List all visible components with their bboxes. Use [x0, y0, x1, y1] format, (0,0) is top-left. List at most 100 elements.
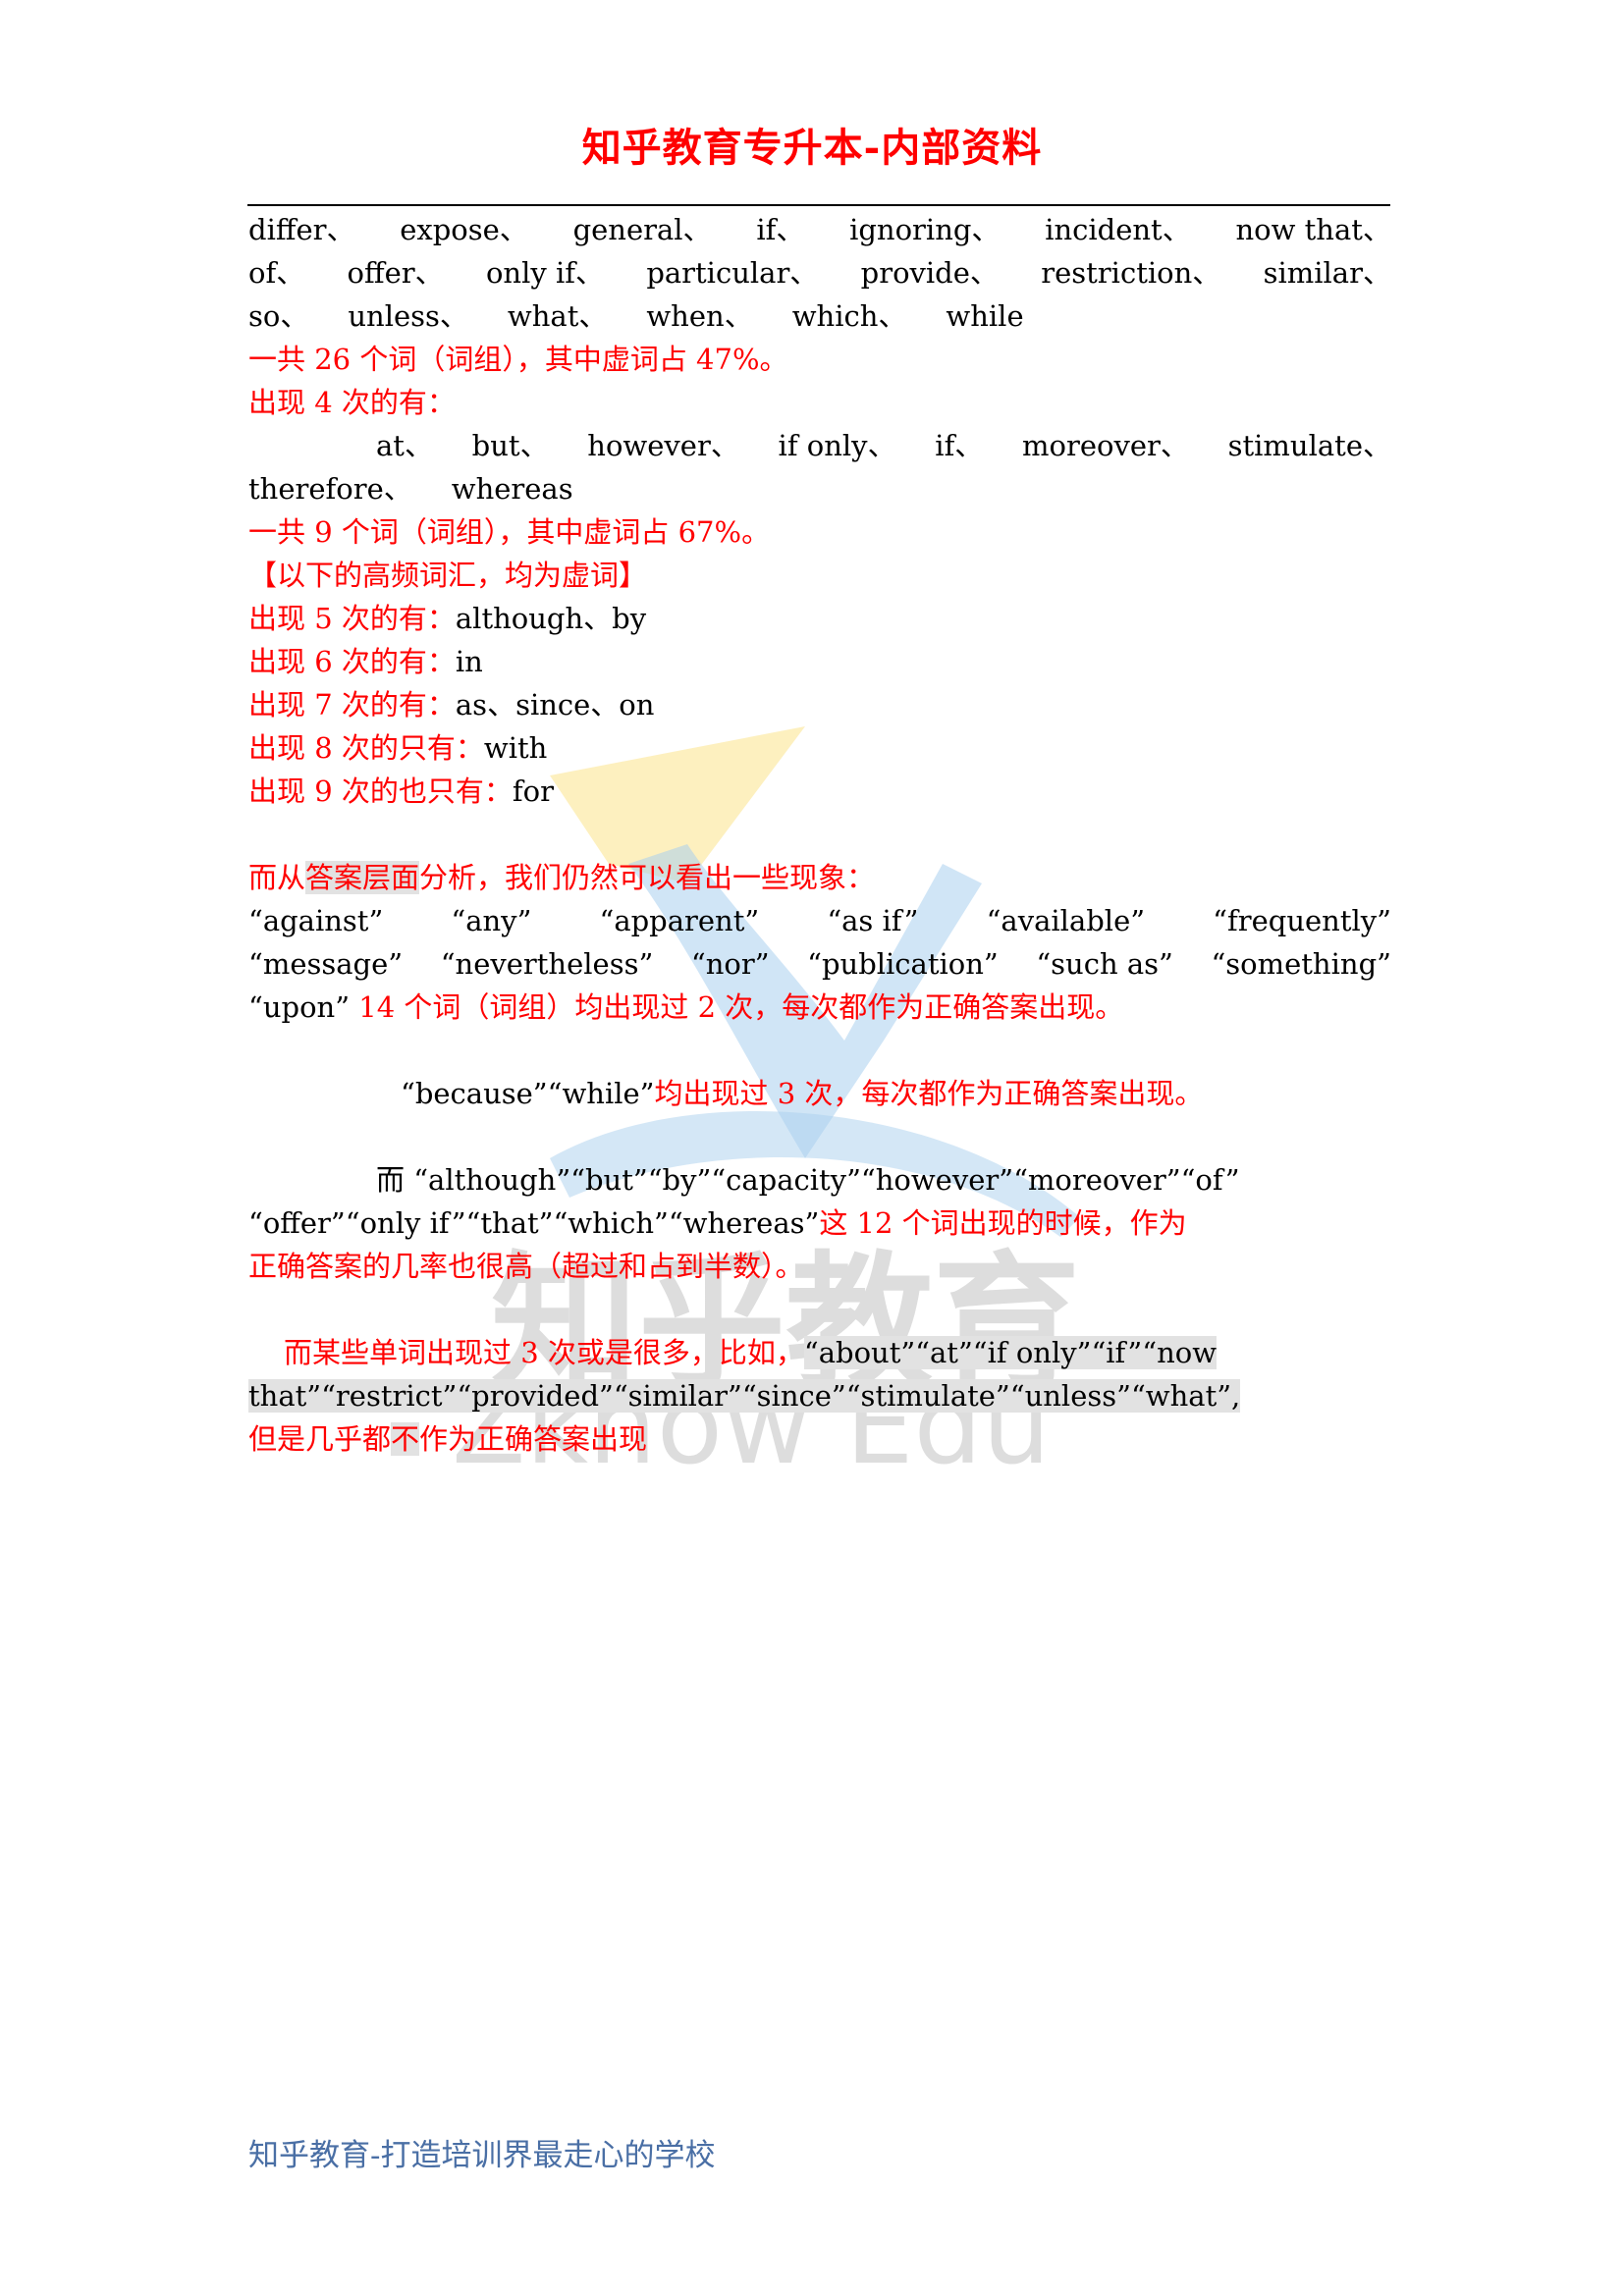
note-text: 作为正确答案出现 — [419, 1422, 648, 1456]
quoted-word: “message” — [248, 947, 404, 981]
intro-text: 分析，我们仍然可以看出一些现象： — [419, 861, 876, 894]
analysis-intro: 而从答案层面分析，我们仍然可以看出一些现象： — [248, 856, 1391, 899]
word: which、 — [791, 299, 907, 333]
high-rate-line: 而 “although”“but”“by”“capacity”“however”… — [248, 1158, 1391, 1201]
frequency-words: for — [512, 774, 554, 808]
page-title: 知乎教育专升本-内部资料 — [581, 125, 1043, 171]
word: provide、 — [860, 256, 999, 290]
word-list-line: differ、 expose、 general、 if、 ignoring、 i… — [248, 208, 1391, 251]
word: particular、 — [646, 256, 819, 290]
note-text: 而某些单词出现过 3 次或是很多，比如， — [284, 1336, 804, 1369]
word: stimulate、 — [1227, 429, 1391, 462]
word-list-line: at、 but、 however、 if only、 if、 moreover、… — [248, 424, 1391, 467]
quoted-words: “because”“while” — [401, 1077, 655, 1110]
frequency-words: in — [455, 645, 483, 678]
quoted-word: “nevertheless” — [440, 947, 654, 981]
frequency-label: 出现 7 次的有： — [248, 688, 456, 721]
word: if、 — [935, 429, 984, 462]
intro-text: 而从 — [248, 861, 306, 894]
word-list-line: so、 unless、 what、 when、 which、 while — [248, 294, 1391, 338]
quoted-word: “against” — [248, 904, 384, 937]
summary-text: 一共 9 个词（词组），其中虚词占 67%。 — [248, 515, 771, 549]
highlighted-text: 答案层面 — [305, 861, 420, 894]
rare-line: 但是几乎都不作为正确答案出现 — [248, 1417, 1391, 1461]
word: unless、 — [348, 299, 468, 333]
quoted-word-line: “upon” 14 个词（词组）均出现过 2 次，每次都作为正确答案出现。 — [248, 986, 1391, 1029]
frequency-label: 出现 5 次的有： — [248, 602, 456, 635]
frequency-row: 出现 9 次的也只有：for — [248, 770, 1391, 813]
lead-text: 而 — [376, 1163, 406, 1197]
high-rate-line: “offer”“only if”“that”“which”“whereas”这 … — [248, 1201, 1391, 1245]
note-text: 14 个词（词组）均出现过 2 次，每次都作为正确答案出现。 — [358, 990, 1124, 1024]
frequency-row: 出现 5 次的有：although、by — [248, 597, 1391, 640]
quoted-word: “upon” — [248, 990, 351, 1024]
quoted-word: “apparent” — [599, 904, 760, 937]
quoted-word: “such as” — [1036, 947, 1173, 981]
frequency-row: 出现 8 次的只有：with — [248, 726, 1391, 770]
word: but、 — [471, 429, 549, 462]
quoted-words: “although”“but”“by”“capacity”“however”“m… — [413, 1163, 1240, 1197]
word: expose、 — [400, 213, 528, 246]
quoted-word: “frequently” — [1213, 904, 1391, 937]
word: of、 — [248, 256, 305, 290]
section-heading: 【以下的高频词汇，均为虚词】 — [248, 559, 648, 592]
note-text: 均出现过 3 次，每次都作为正确答案出现。 — [654, 1077, 1204, 1110]
word: if、 — [756, 213, 805, 246]
word: so、 — [248, 299, 309, 333]
note-text: 但是几乎都 — [248, 1422, 392, 1456]
word: differ、 — [248, 213, 355, 246]
word: general、 — [572, 213, 712, 246]
quoted-word-line: “message” “nevertheless” “nor” “publicat… — [248, 942, 1391, 986]
word: therefore、 — [248, 472, 412, 506]
quoted-word: “any” — [451, 904, 532, 937]
thrice-line: “because”“while”均出现过 3 次，每次都作为正确答案出现。 — [248, 1072, 1391, 1115]
word: now that、 — [1235, 213, 1391, 246]
quoted-word: “something” — [1211, 947, 1391, 981]
quoted-word: “publication” — [807, 947, 999, 981]
frequency-words: as、since、on — [455, 688, 655, 721]
frequency-words: with — [483, 731, 548, 765]
word: what、 — [507, 299, 608, 333]
note-text: 这 12 个词出现的时候，作为 — [819, 1206, 1187, 1240]
quoted-words: “offer”“only if”“that”“which”“whereas” — [248, 1206, 820, 1240]
word: when、 — [646, 299, 753, 333]
quoted-words: that”“restrict”“provided”“similar”“since… — [248, 1379, 1241, 1413]
rare-line: that”“restrict”“provided”“similar”“since… — [248, 1374, 1391, 1417]
quoted-word-line: “against” “any” “apparent” “as if” “avai… — [248, 899, 1391, 942]
note-text: 正确答案的几率也很高（超过和占到半数）。 — [248, 1250, 804, 1283]
word: only if、 — [485, 256, 604, 290]
frequency-row: 出现 6 次的有：in — [248, 640, 1391, 683]
document-page: 知乎教育 Zknow Edu 知乎教育专升本-内部资料 differ、 expo… — [0, 0, 1624, 2296]
word: restriction、 — [1041, 256, 1221, 290]
frequency-label: 出现 6 次的有： — [248, 645, 456, 678]
frequency-label: 出现 8 次的只有： — [248, 731, 484, 765]
frequency-label: 出现 9 次的也只有： — [248, 774, 513, 808]
word: if only、 — [778, 429, 896, 462]
quoted-word: “nor” — [690, 947, 770, 981]
quoted-words: “about”“at”“if only”“if”“now — [803, 1336, 1218, 1369]
word-list-line: therefore、 whereas — [248, 467, 1391, 510]
word: however、 — [587, 429, 739, 462]
summary-text: 一共 26 个词（词组），其中虚词占 47%。 — [248, 343, 788, 376]
word: while — [946, 299, 1024, 333]
page-footer: 知乎教育-打造培训界最走心的学校 — [248, 2138, 716, 2173]
header-divider — [247, 204, 1390, 206]
section-heading: 出现 4 次的有： — [248, 386, 456, 419]
quoted-word: “as if” — [827, 904, 919, 937]
word: ignoring、 — [849, 213, 1001, 246]
word: offer、 — [347, 256, 444, 290]
frequency-row: 出现 7 次的有：as、since、on — [248, 683, 1391, 726]
document-body: differ、 expose、 general、 if、 ignoring、 i… — [248, 208, 1391, 1461]
word: moreover、 — [1022, 429, 1189, 462]
word: incident、 — [1045, 213, 1191, 246]
word: at、 — [376, 429, 433, 462]
word-list-line: of、 offer、 only if、 particular、 provide、… — [248, 251, 1391, 294]
word: similar、 — [1263, 256, 1391, 290]
word: whereas — [451, 472, 573, 506]
quoted-word: “available” — [986, 904, 1146, 937]
rare-line: 而某些单词出现过 3 次或是很多，比如，“about”“at”“if only”… — [248, 1331, 1391, 1374]
